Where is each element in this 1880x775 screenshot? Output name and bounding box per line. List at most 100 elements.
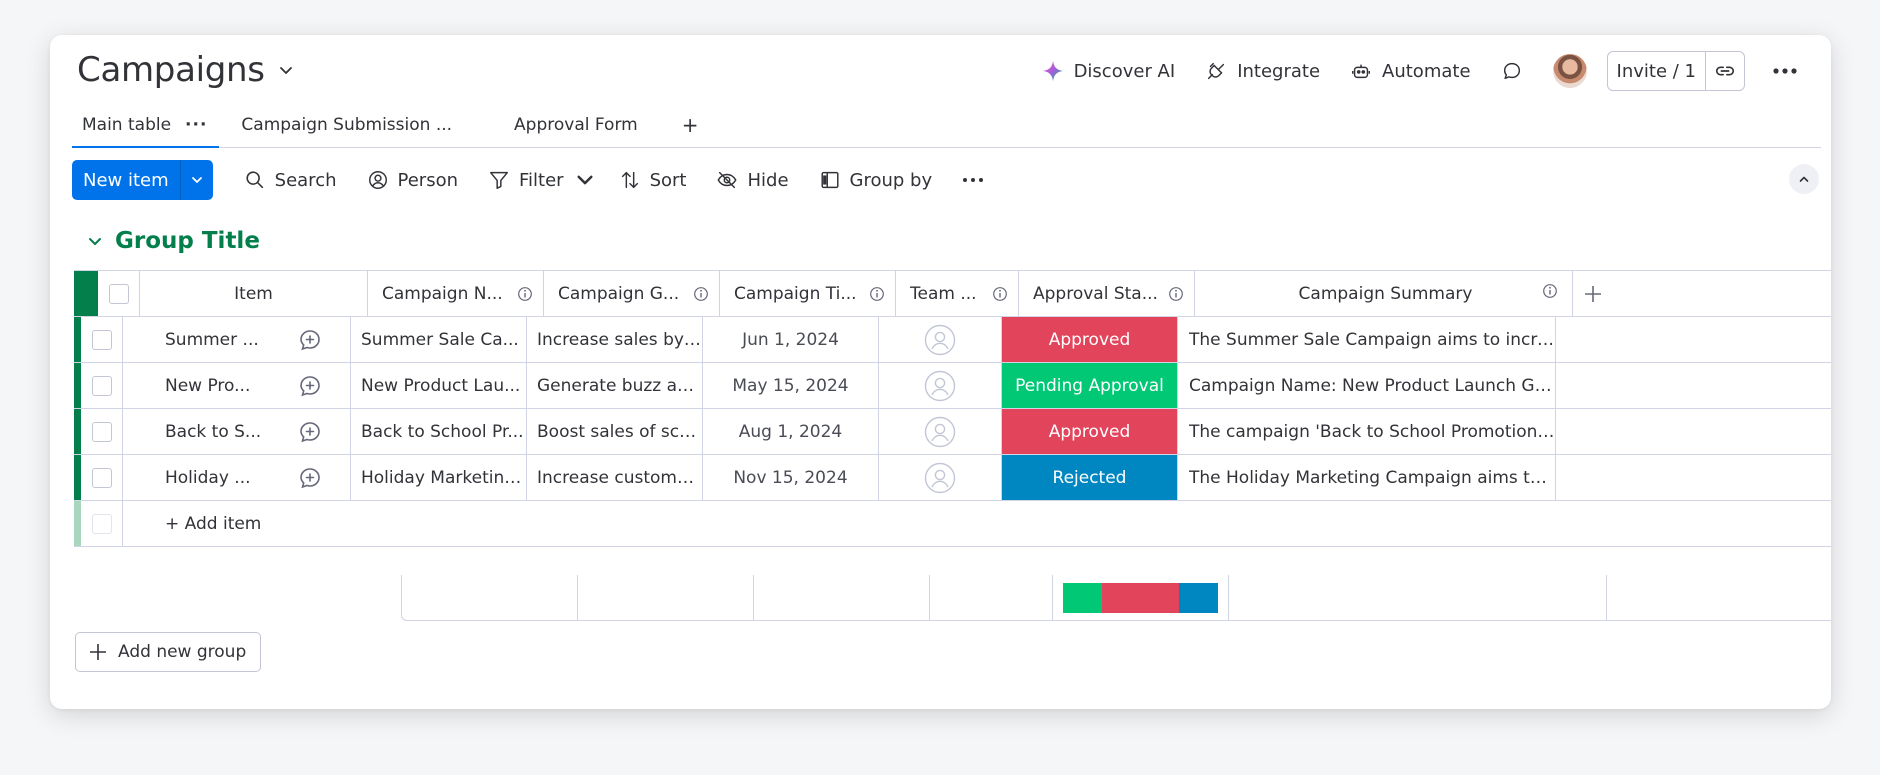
row-checkbox-cell[interactable] [81,317,123,362]
row-checkbox[interactable] [91,467,112,488]
status-cell[interactable]: Rejected [1002,455,1178,500]
add-item-input[interactable]: + Add item [123,501,1831,546]
team-cell[interactable] [879,409,1002,454]
tab-campaign-submission[interactable]: Campaign Submission ... [231,103,462,147]
item-name[interactable]: Back to S... [165,422,261,442]
select-all-checkbox[interactable] [98,271,140,316]
item-updates-cell[interactable] [269,409,351,454]
add-column-button[interactable] [1573,271,1831,316]
table-row[interactable]: Holiday ... Holiday Marketing... Increase … [74,455,1831,501]
status-distribution-segment[interactable] [1101,582,1180,613]
new-item-button[interactable]: New item [72,160,213,200]
group-header[interactable]: Group Title [87,223,260,259]
row-checkbox-cell[interactable] [81,363,123,408]
add-update-icon[interactable] [298,420,322,444]
tab-main-table[interactable]: Main table ··· [72,103,220,148]
campaign-timeline-cell[interactable]: Nov 15, 2024 [703,455,879,500]
item-name-cell[interactable]: Summer ... [123,317,269,362]
new-item-dropdown[interactable] [179,160,213,200]
team-cell[interactable] [879,363,1002,408]
item-name-cell[interactable]: Back to S... [123,409,269,454]
integrate-button[interactable]: Integrate [1190,51,1335,91]
add-item-label[interactable]: + Add item [165,514,261,534]
item-name[interactable]: Summer ... [165,330,259,350]
tab-options-icon[interactable]: ··· [185,115,207,135]
info-icon[interactable] [693,286,709,302]
person-placeholder-icon[interactable] [924,462,956,494]
info-icon[interactable] [1168,286,1184,302]
row-checkbox[interactable] [91,329,112,350]
item-name[interactable]: Holiday ... [165,468,251,488]
team-cell[interactable] [879,455,1002,500]
item-name-cell[interactable]: Holiday ... [123,455,269,500]
table-row[interactable]: New Pro... New Product Lau... Generate buz… [74,363,1831,409]
campaign-goal-cell[interactable]: Increase sales by ... [527,317,703,362]
invite-label[interactable]: Invite / 1 [1608,52,1706,90]
person-placeholder-icon[interactable] [924,370,956,402]
invite-button[interactable]: Invite / 1 [1606,51,1745,91]
table-row[interactable]: Back to S... Back to School Pr... Boost sa… [74,409,1831,455]
item-updates-cell[interactable] [269,455,351,500]
info-icon[interactable] [1542,283,1558,299]
info-icon[interactable] [992,286,1008,302]
item-updates-cell[interactable] [269,363,351,408]
copy-link-button[interactable] [1706,52,1744,90]
add-update-icon[interactable] [298,328,322,352]
campaign-name-cell[interactable]: Holiday Marketing... [351,455,527,500]
campaign-summary-cell[interactable]: The Summer Sale Campaign aims to increas… [1178,317,1556,362]
person-placeholder-icon[interactable] [924,324,956,356]
search-button[interactable]: Search [229,160,352,200]
avatar[interactable] [1552,54,1587,88]
status-distribution-segment[interactable] [1179,582,1218,613]
hide-button[interactable]: Hide [701,160,803,200]
collapse-header-button[interactable] [1789,164,1819,194]
row-checkbox-cell[interactable] [81,455,123,500]
campaign-timeline-cell[interactable]: Jun 1, 2024 [703,317,879,362]
status-cell[interactable]: Pending Approval [1002,363,1178,408]
column-header-campaign-name[interactable]: Campaign N... [368,271,544,316]
column-header-approval-status[interactable]: Approval Sta... [1019,271,1195,316]
campaign-goal-cell[interactable]: Increase custome... [527,455,703,500]
campaign-summary-cell[interactable]: The campaign 'Back to School Promotion' … [1178,409,1556,454]
campaign-name-cell[interactable]: Back to School Pr... [351,409,527,454]
info-icon[interactable] [869,286,885,302]
discover-ai-button[interactable]: Discover AI [1027,51,1191,91]
tab-approval-form[interactable]: Approval Form [504,103,648,147]
add-new-group-button[interactable]: Add new group [75,632,262,672]
table-row[interactable]: Summer ... Summer Sale Ca... Increase sale… [74,317,1831,363]
toolbar-more-button[interactable] [947,160,999,200]
sort-button[interactable]: Sort [604,160,702,200]
board-title[interactable]: Campaigns [77,43,293,97]
updates-button[interactable] [1486,51,1538,91]
automate-button[interactable]: Automate [1335,51,1486,91]
item-name-cell[interactable]: New Pro... [123,363,269,408]
filter-button[interactable]: Filter [473,160,570,200]
add-view-button[interactable]: + [668,113,713,137]
column-header-item[interactable]: Item [140,271,368,316]
campaign-goal-cell[interactable]: Generate buzz an... [527,363,703,408]
campaign-timeline-cell[interactable]: May 15, 2024 [703,363,879,408]
row-checkbox[interactable] [91,375,112,396]
checkbox[interactable] [108,283,129,304]
chevron-down-icon[interactable] [87,233,103,249]
add-update-icon[interactable] [298,374,322,398]
person-filter-button[interactable]: Person [352,160,474,200]
board-more-button[interactable] [1763,51,1807,91]
filter-dropdown[interactable] [570,160,604,200]
team-cell[interactable] [879,317,1002,362]
status-cell[interactable]: Approved [1002,409,1178,454]
column-header-campaign-goal[interactable]: Campaign G... [544,271,720,316]
add-update-icon[interactable] [298,466,322,490]
campaign-name-cell[interactable]: New Product Lau... [351,363,527,408]
column-header-campaign-timeline[interactable]: Campaign Ti... [720,271,896,316]
new-item-label[interactable]: New item [72,160,180,200]
campaign-summary-cell[interactable]: The Holiday Marketing Campaign aims to i… [1178,455,1556,500]
campaign-name-cell[interactable]: Summer Sale Ca... [351,317,527,362]
person-placeholder-icon[interactable] [924,416,956,448]
row-checkbox[interactable] [91,421,112,442]
group-title[interactable]: Group Title [115,228,260,254]
info-icon[interactable] [517,286,533,302]
group-by-button[interactable]: Group by [804,160,948,200]
column-header-campaign-summary[interactable]: Campaign Summary [1195,271,1573,316]
chevron-down-icon[interactable] [279,63,293,77]
